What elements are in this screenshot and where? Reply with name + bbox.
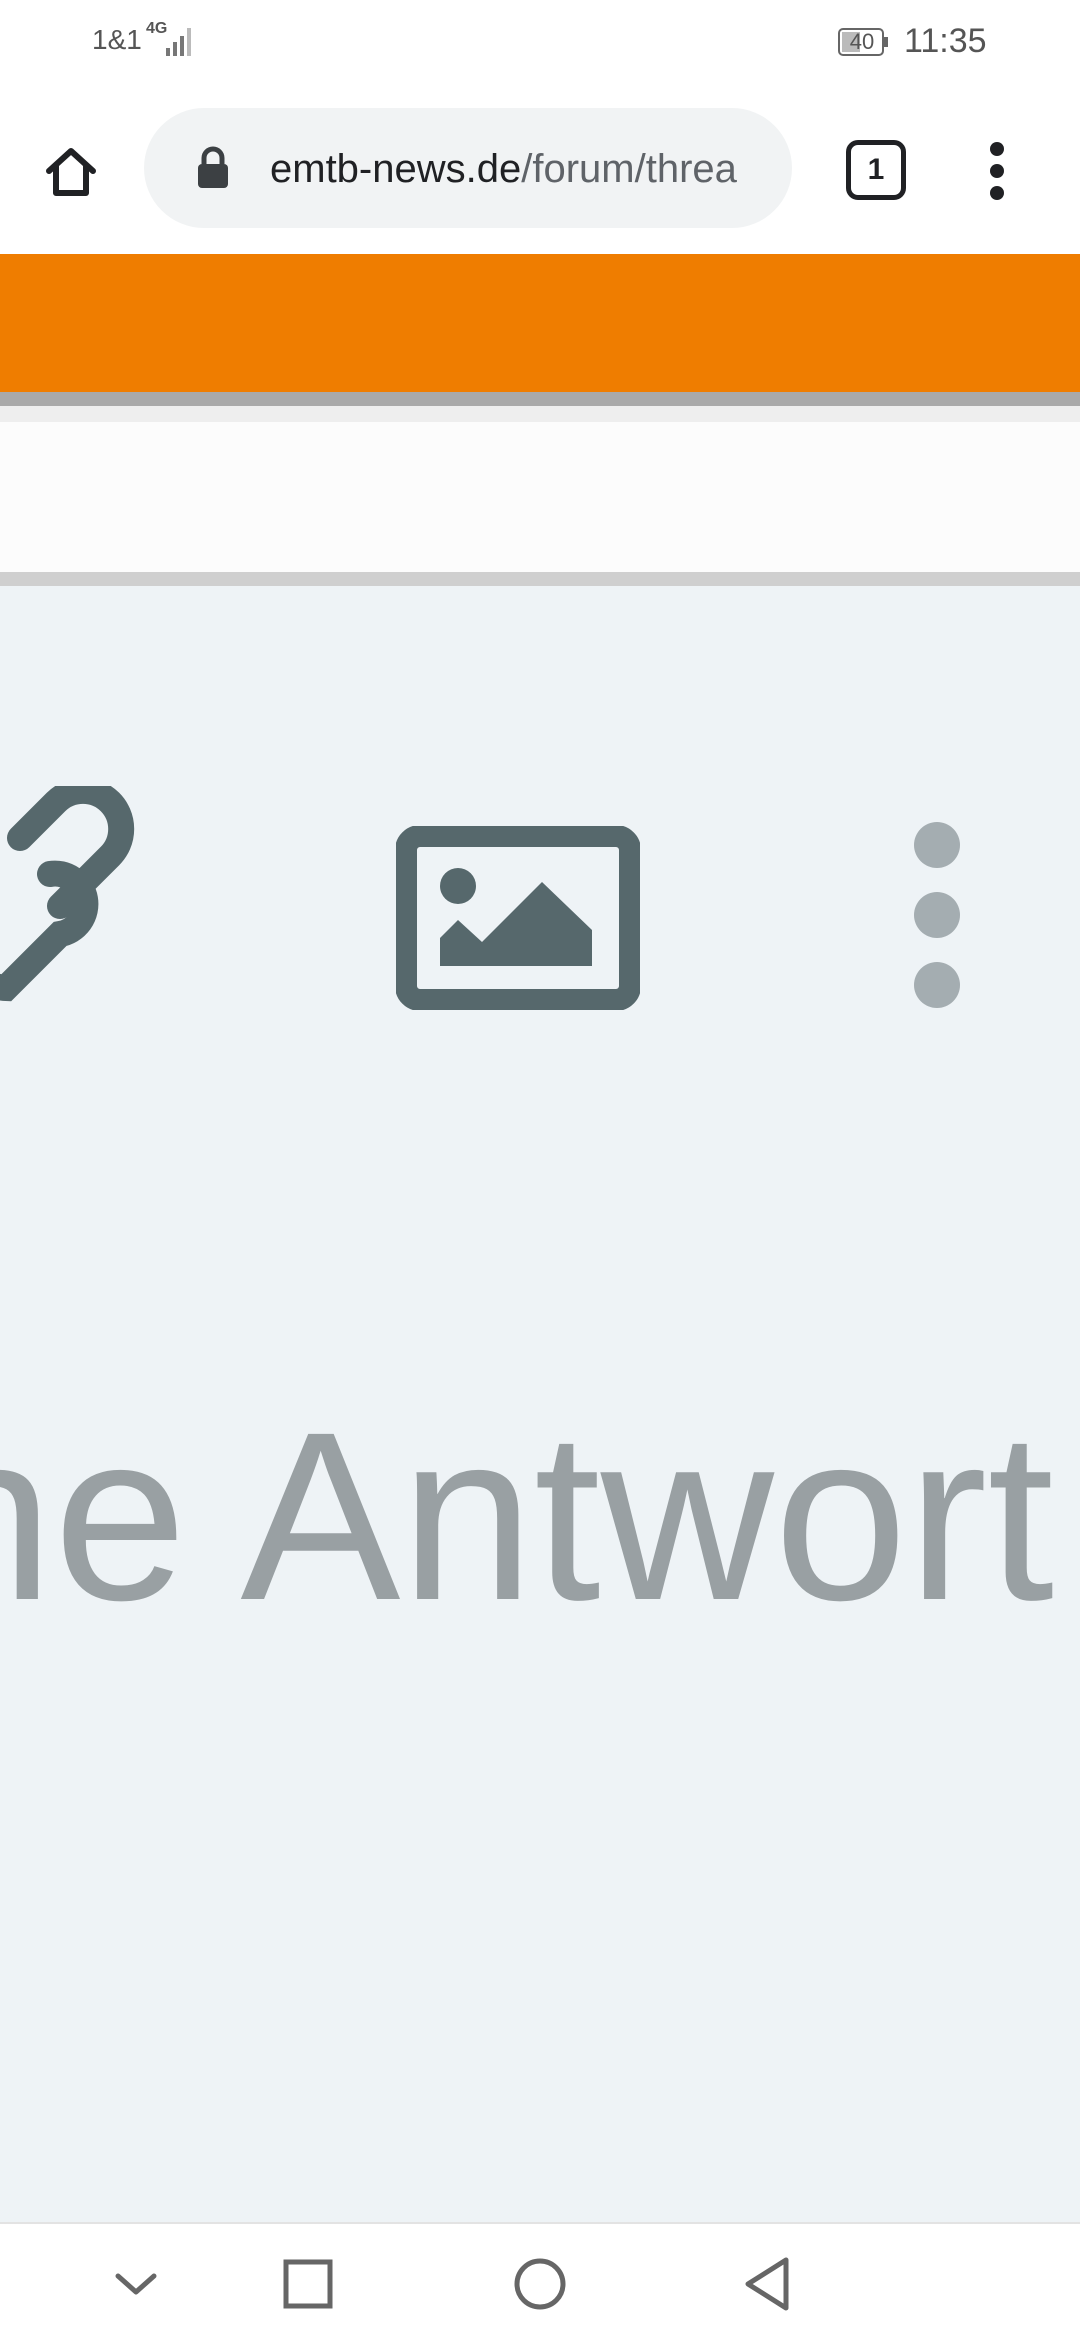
battery-level: 40 <box>849 29 875 54</box>
address-bar[interactable]: emtb-news.de/forum/threa <box>144 108 792 228</box>
overflow-menu-icon <box>990 142 1004 156</box>
more-options-button[interactable] <box>910 822 964 1022</box>
reply-editor[interactable]: ne Antwort <box>0 586 1080 2222</box>
editor-placeholder: ne Antwort <box>0 1382 1055 1650</box>
spacer <box>0 406 1080 422</box>
home-circle-icon[interactable] <box>508 2252 572 2316</box>
more-dot <box>914 962 960 1008</box>
system-nav-bar <box>0 2222 1080 2340</box>
url-path: /forum/threa <box>521 147 737 191</box>
menu-dot <box>990 164 1004 178</box>
more-vertical-icon <box>914 822 960 868</box>
carrier-label: 1&1 <box>92 24 142 55</box>
clock: 11:35 <box>904 22 987 60</box>
home-icon <box>46 148 96 196</box>
recent-apps-icon[interactable] <box>276 2252 340 2316</box>
header-divider <box>0 392 1080 406</box>
url-domain: emtb-news.de <box>270 147 522 191</box>
tab-count: 1 <box>867 153 885 186</box>
signal-icon <box>166 28 191 56</box>
status-bar: 1&1 4G 40 11:35 <box>0 0 1080 84</box>
panel-border <box>0 572 1080 586</box>
overflow-menu-button[interactable] <box>976 136 1020 206</box>
link-icon[interactable] <box>0 786 180 1026</box>
menu-dot <box>990 186 1004 200</box>
more-dot <box>914 892 960 938</box>
url-text: emtb-news.de/forum/threa <box>270 144 770 194</box>
editor-panel-top <box>0 422 1080 572</box>
tab-switcher-button[interactable]: 1 <box>846 140 906 200</box>
back-icon[interactable] <box>738 2252 802 2316</box>
browser-toolbar: emtb-news.de/forum/threa 1 <box>0 84 1080 254</box>
home-button[interactable] <box>36 136 106 206</box>
image-icon[interactable] <box>396 826 640 1010</box>
hide-keyboard-icon[interactable] <box>104 2252 168 2316</box>
site-header <box>0 254 1080 392</box>
lock-icon <box>198 146 228 188</box>
